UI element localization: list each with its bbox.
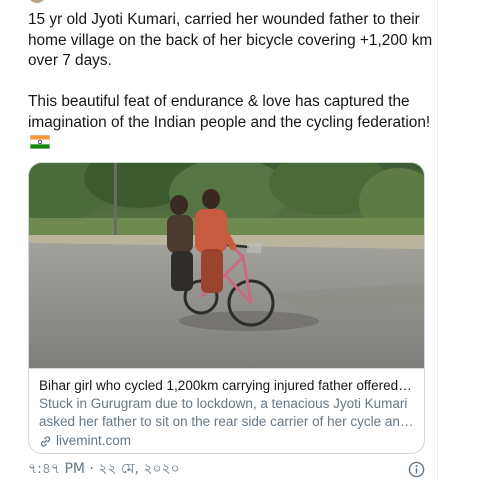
tweet-paragraph-1: 15 yr old Jyoti Kumari, carried her woun… <box>28 11 433 69</box>
tweet-paragraph-2: This beautiful feat of endurance & love … <box>28 92 433 154</box>
india-flag-icon <box>30 135 50 149</box>
tweet-paragraph-2-text: This beautiful feat of endurance & love … <box>28 93 431 131</box>
card-domain[interactable]: livemint.com <box>39 432 414 450</box>
tweet-timestamp[interactable]: ৭:৪৭ PM · ২২ মে, ২০২০ <box>28 460 180 478</box>
tweet-text: 15 yr old Jyoti Kumari, carried her woun… <box>28 10 433 154</box>
avatar[interactable] <box>28 0 46 3</box>
link-icon <box>40 435 51 447</box>
article-photo[interactable] <box>29 163 424 368</box>
card-description: Stuck in Gurugram due to lockdown, a ten… <box>39 396 408 429</box>
card-domain-text[interactable]: livemint.com <box>56 432 131 450</box>
info-icon[interactable] <box>408 461 425 478</box>
column-divider <box>437 0 438 480</box>
link-preview-card[interactable]: Bihar girl who cycled 1,200km carrying i… <box>28 162 425 454</box>
card-body[interactable]: Bihar girl who cycled 1,200km carrying i… <box>29 368 424 453</box>
card-title[interactable]: Bihar girl who cycled 1,200km carrying i… <box>39 377 414 395</box>
